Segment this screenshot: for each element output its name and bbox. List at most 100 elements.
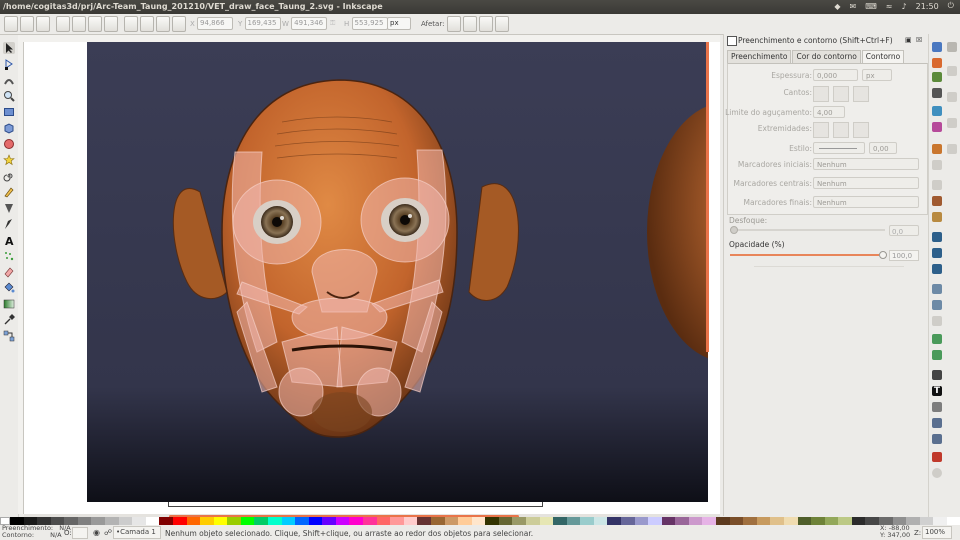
join-miter-icon[interactable]: [813, 86, 829, 102]
3d-box-tool-icon[interactable]: [3, 122, 15, 134]
dash-select[interactable]: [813, 142, 865, 154]
palette-swatch[interactable]: [797, 517, 812, 525]
rectangle-tool-icon[interactable]: [3, 106, 15, 118]
palette-swatch[interactable]: [729, 517, 744, 525]
palette-swatch[interactable]: [145, 517, 160, 525]
palette-swatch[interactable]: [933, 517, 947, 525]
palette-swatch[interactable]: [105, 517, 119, 525]
miter-input[interactable]: 4,00: [813, 106, 845, 118]
palette-swatch[interactable]: [716, 517, 730, 525]
join-round-icon[interactable]: [833, 86, 849, 102]
keyboard-icon[interactable]: ⌨: [865, 2, 877, 11]
cap-round-icon[interactable]: [833, 122, 849, 138]
spray-tool-icon[interactable]: [3, 250, 15, 262]
h-field[interactable]: 553,925: [351, 17, 388, 30]
blur-slider-handle[interactable]: [730, 226, 738, 234]
palette-swatch[interactable]: [118, 517, 133, 525]
palette-swatch[interactable]: [498, 517, 513, 525]
palette-swatch[interactable]: [240, 517, 255, 525]
vertical-scrollbar-thumb[interactable]: [706, 42, 709, 352]
panel-iconify-icon[interactable]: ▣: [905, 36, 912, 44]
y-field[interactable]: 169,435: [244, 17, 281, 30]
preferences-icon[interactable]: [932, 452, 942, 462]
clone-icon[interactable]: [932, 300, 942, 310]
align-icon[interactable]: [932, 418, 942, 428]
panel-close-icon[interactable]: ☒: [916, 36, 922, 44]
raise-icon[interactable]: [156, 16, 170, 32]
palette-swatch[interactable]: [811, 517, 825, 525]
paste-icon[interactable]: [932, 212, 942, 222]
tab-stroke-paint[interactable]: Cor do contorno: [792, 50, 861, 63]
palette-swatch[interactable]: [838, 517, 852, 525]
select-in-all-layers-icon[interactable]: [20, 16, 34, 32]
lower-bottom-icon[interactable]: [124, 16, 138, 32]
snap-nodes-icon[interactable]: [947, 92, 957, 102]
palette-swatch[interactable]: [322, 517, 336, 525]
palette-swatch[interactable]: [580, 517, 594, 525]
palette-swatch[interactable]: [525, 517, 540, 525]
marker-end-select[interactable]: Nenhum: [813, 196, 919, 208]
palette-swatch[interactable]: [702, 517, 717, 525]
palette-swatch[interactable]: [471, 517, 486, 525]
connector-tool-icon[interactable]: [3, 330, 15, 342]
power-icon[interactable]: ⏻: [948, 1, 954, 11]
deselect-icon[interactable]: [36, 16, 50, 32]
palette-swatch[interactable]: [444, 517, 459, 525]
envelope-icon[interactable]: ✉: [850, 2, 857, 11]
palette-swatch[interactable]: [254, 517, 268, 525]
import-icon[interactable]: [932, 106, 942, 116]
selector-tool-icon[interactable]: [3, 42, 15, 54]
palette-swatch[interactable]: [770, 517, 784, 525]
flip-vertical-icon[interactable]: [104, 16, 118, 32]
palette-swatch[interactable]: [783, 517, 798, 525]
palette-swatch[interactable]: [675, 517, 689, 525]
zoom-tool-icon[interactable]: [3, 90, 15, 102]
cap-square-icon[interactable]: [853, 122, 869, 138]
palette-swatch[interactable]: [661, 517, 676, 525]
dash-offset-input[interactable]: 0,00: [869, 142, 897, 154]
blur-slider[interactable]: [730, 226, 885, 234]
palette-swatch[interactable]: [403, 517, 418, 525]
palette-swatch[interactable]: [132, 517, 146, 525]
palette-swatch[interactable]: [851, 517, 866, 525]
join-bevel-icon[interactable]: [853, 86, 869, 102]
layers-icon[interactable]: [932, 434, 942, 444]
cut-icon[interactable]: [932, 196, 942, 206]
palette-swatch[interactable]: [607, 517, 622, 525]
palette-swatch[interactable]: [919, 517, 934, 525]
gradient-tool-icon[interactable]: [3, 298, 15, 310]
scale-stroke-icon[interactable]: [447, 16, 461, 32]
palette-swatch[interactable]: [512, 517, 526, 525]
opacity-slider[interactable]: [730, 251, 887, 259]
tweak-tool-icon[interactable]: [3, 74, 15, 86]
zoom-drawing-icon[interactable]: [932, 248, 942, 258]
eraser-tool-icon[interactable]: [3, 266, 15, 278]
snap-page-icon[interactable]: [947, 144, 957, 154]
paint-bucket-tool-icon[interactable]: [3, 282, 15, 294]
palette-swatch[interactable]: [417, 517, 431, 525]
new-document-icon[interactable]: [932, 42, 942, 52]
save-icon[interactable]: [932, 72, 942, 82]
tab-stroke-style[interactable]: Contorno: [861, 50, 905, 63]
unit-select[interactable]: px: [387, 17, 411, 30]
blur-input[interactable]: 0,0: [889, 225, 919, 236]
rotate-ccw-icon[interactable]: [56, 16, 70, 32]
palette-swatch[interactable]: [227, 517, 241, 525]
print-icon[interactable]: [932, 88, 942, 98]
palette-swatch[interactable]: [376, 517, 391, 525]
palette-swatch[interactable]: [539, 517, 554, 525]
open-icon[interactable]: [932, 58, 942, 68]
x-field[interactable]: 94,866: [197, 17, 234, 30]
transform-patterns-icon[interactable]: [495, 16, 509, 32]
star-tool-icon[interactable]: [3, 154, 15, 166]
fill-stroke-icon[interactable]: [932, 370, 942, 380]
palette-swatch[interactable]: [648, 517, 662, 525]
opacity-input[interactable]: 100,0: [889, 250, 919, 261]
raise-top-icon[interactable]: [172, 16, 186, 32]
zoom-selection-icon[interactable]: [932, 232, 942, 242]
palette-swatch[interactable]: [458, 517, 472, 525]
marker-start-select[interactable]: Nenhum: [813, 158, 919, 170]
palette-swatch[interactable]: [553, 517, 567, 525]
palette-swatch[interactable]: [213, 517, 228, 525]
flip-horizontal-icon[interactable]: [88, 16, 102, 32]
